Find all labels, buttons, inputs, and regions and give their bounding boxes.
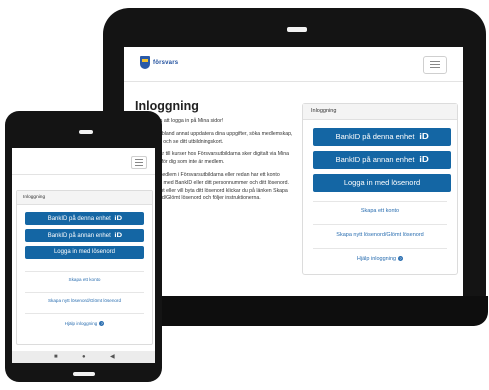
login-card: Inloggning BankID på denna enhet iD BankI… (302, 103, 458, 275)
recent-apps-icon[interactable]: ■ (54, 354, 58, 360)
hamburger-icon (430, 67, 440, 68)
button-label: BankID på denna enhet (335, 132, 415, 141)
divider (25, 292, 144, 293)
login-card-heading: Inloggning (17, 191, 152, 205)
header-divider (12, 174, 155, 175)
login-help-link[interactable]: Hjälp inloggning? (17, 321, 152, 327)
tablet-speaker (287, 27, 307, 32)
button-label: Logga in med lösenord (53, 249, 116, 255)
bankid-icon: iD (419, 132, 430, 141)
help-icon: ? (99, 321, 105, 327)
button-label: BankID på denna enhet (47, 216, 111, 222)
hamburger-icon (135, 165, 143, 166)
phone-device: Inloggning BankID på denna enhet iD BankI… (5, 111, 162, 382)
bankid-icon: iD (114, 215, 122, 222)
reset-password-link[interactable]: Skapa nytt lösenord/Glömt lösenord (17, 298, 152, 303)
page-title: Inloggning (135, 99, 199, 113)
bankid-other-device-button[interactable]: BankID på annan enhet iD (25, 229, 144, 242)
back-icon[interactable]: ◀ (110, 354, 115, 360)
create-account-link[interactable]: Skapa ett konto (17, 277, 152, 282)
hamburger-icon (430, 64, 440, 65)
bankid-this-device-button[interactable]: BankID på denna enhet iD (25, 212, 144, 225)
link-label: Hjälp inloggning (356, 256, 397, 262)
password-login-button[interactable]: Logga in med lösenord (313, 174, 451, 192)
login-card: Inloggning BankID på denna enhet iD BankI… (16, 190, 153, 345)
divider (313, 248, 447, 249)
login-help-link[interactable]: Hjälp inloggning? (303, 256, 457, 262)
reset-password-link[interactable]: Skapa nytt lösenord/Glömt lösenord (303, 232, 457, 238)
phone-chin (73, 372, 95, 376)
hamburger-icon (135, 162, 143, 163)
site-logo[interactable]: försvars (140, 56, 178, 69)
help-icon: ? (398, 256, 404, 262)
create-account-link[interactable]: Skapa ett konto (303, 208, 457, 214)
phone-screen: Inloggning BankID på denna enhet iD BankI… (12, 148, 155, 351)
button-label: BankID på annan enhet (47, 233, 111, 239)
password-login-button[interactable]: Logga in med lösenord (25, 246, 144, 259)
tablet-stand (105, 296, 488, 326)
phone-speaker (79, 130, 93, 134)
bankid-other-device-button[interactable]: BankID på annan enhet iD (313, 151, 451, 169)
bankid-icon: iD (419, 155, 430, 164)
link-label: Hjälp inloggning (64, 321, 98, 326)
button-label: BankID på annan enhet (335, 155, 415, 164)
divider (313, 224, 447, 225)
bankid-this-device-button[interactable]: BankID på denna enhet iD (313, 128, 451, 146)
divider (313, 201, 447, 202)
site-header: försvars (124, 47, 463, 82)
logo-text: försvars (153, 59, 179, 66)
android-nav-bar: ■ ● ◀ (12, 351, 155, 363)
home-icon[interactable]: ● (82, 354, 86, 360)
shield-logo-icon (140, 56, 150, 69)
button-label: Logga in med lösenord (343, 178, 421, 187)
bankid-icon: iD (114, 232, 122, 239)
hamburger-menu-button[interactable] (131, 156, 147, 169)
hamburger-menu-button[interactable] (423, 56, 447, 74)
divider (25, 313, 144, 314)
divider (25, 271, 144, 272)
login-card-heading: Inloggning (303, 104, 457, 120)
hamburger-icon (430, 61, 440, 62)
tablet-screen: försvars Inloggning Välkommen att logga … (124, 47, 463, 297)
hamburger-icon (135, 159, 143, 160)
